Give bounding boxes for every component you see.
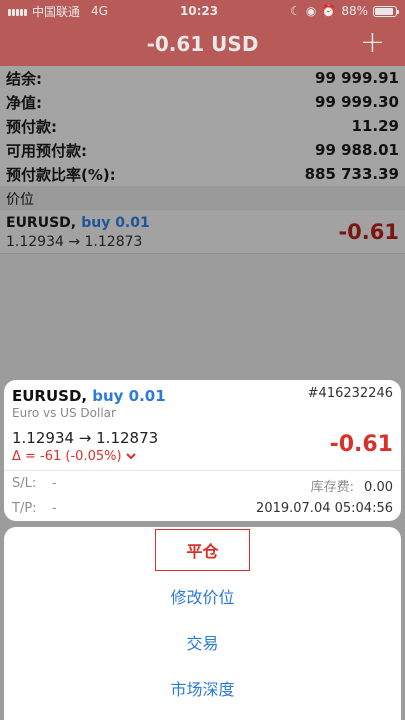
account-row-label: 可用预付款:: [6, 141, 87, 160]
clock: 10:23: [179, 4, 219, 18]
tp-value: -: [52, 501, 57, 516]
account-row-value: 99 999.91: [315, 69, 399, 87]
sl-label: S/L:: [12, 476, 37, 491]
swap-value: 0.00: [364, 480, 393, 495]
position-symbol: EURUSD,: [6, 215, 77, 231]
account-row: 预付款: 11.29: [0, 114, 405, 138]
position-side: buy 0.01: [81, 215, 150, 231]
account-row-label: 预付款:: [6, 117, 57, 136]
delta-text: Δ = -61 (-0.05%): [12, 449, 122, 464]
nav-bar: -0.61 USD +: [0, 22, 405, 66]
signal-icon: [8, 7, 27, 16]
account-row: 预付款比率(%): 885 733.39: [0, 162, 405, 186]
modify-position-button[interactable]: 修改价位: [4, 573, 401, 619]
account-row-value: 11.29: [351, 117, 399, 135]
order-details-grid: S/L: - 库存费: 0.00 T/P: - 2019.07.04 05:04:…: [12, 476, 393, 516]
account-row-value: 885 733.39: [304, 165, 399, 183]
swap-label: 库存费:: [310, 480, 355, 495]
account-row: 可用预付款: 99 988.01: [0, 138, 405, 162]
market-depth-button[interactable]: 市场深度: [4, 665, 401, 711]
account-row-value: 99 988.01: [315, 141, 399, 159]
alarm-icon: ⏰: [321, 4, 337, 18]
swap-field: 库存费: 0.00: [162, 476, 393, 495]
tp-label: T/P:: [12, 501, 37, 516]
action-sheet: 平仓 修改价位 交易 市场深度: [4, 527, 401, 720]
positions-section-header: 价位: [0, 186, 405, 210]
position-row[interactable]: EURUSD, buy 0.01 1.12934 → 1.12873 -0.61: [0, 210, 405, 254]
detail-symbol: EURUSD,: [12, 387, 88, 405]
position-detail-card: EURUSD, buy 0.01 #416232246 Euro vs US D…: [4, 380, 401, 521]
location-icon: ◉: [305, 4, 317, 18]
status-bar: 中国联通 4G 10:23 ☾ ◉ ⏰ 88%: [0, 0, 405, 22]
moon-icon: ☾: [290, 4, 301, 18]
account-row-label: 预付款比率(%):: [6, 165, 116, 184]
account-row-label: 结余:: [6, 69, 42, 88]
network-label: 4G: [91, 4, 108, 18]
detail-profit: -0.61: [329, 432, 393, 457]
detail-side: buy 0.01: [92, 387, 166, 405]
open-time: 2019.07.04 05:04:56: [256, 501, 393, 516]
sl-value: -: [52, 476, 57, 491]
symbol-description: Euro vs US Dollar: [12, 406, 116, 420]
ticket-number: #416232246: [307, 386, 393, 401]
close-position-label: 平仓: [155, 529, 250, 571]
page-title: -0.61 USD: [146, 32, 259, 56]
account-summary: 结余: 99 999.91 净值: 99 999.30 预付款: 11.29 可用预付款: 9…: [0, 66, 405, 186]
account-row-value: 99 999.30: [315, 93, 399, 111]
account-row: 结余: 99 999.91: [0, 66, 405, 90]
carrier-label: 中国联通: [32, 4, 81, 19]
close-position-button[interactable]: 平仓: [4, 527, 401, 573]
battery-icon: [373, 5, 399, 17]
top-bar: 中国联通 4G 10:23 ☾ ◉ ⏰ 88% -0.61 USD +: [0, 0, 405, 66]
divider: [4, 470, 401, 471]
battery-percent: 88%: [341, 4, 368, 18]
add-order-icon[interactable]: +: [360, 28, 385, 58]
account-row: 净值: 99 999.30: [0, 90, 405, 114]
trade-button[interactable]: 交易: [4, 619, 401, 665]
account-row-label: 净值:: [6, 93, 42, 112]
position-profit: -0.61: [338, 220, 399, 244]
chevron-down-icon: [125, 453, 136, 460]
